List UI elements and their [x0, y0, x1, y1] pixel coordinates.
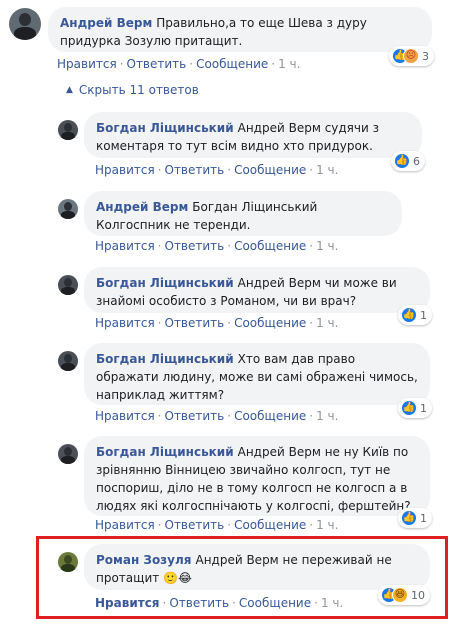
reply-link[interactable]: Ответить: [127, 57, 187, 71]
avatar[interactable]: [58, 199, 78, 219]
comment-bubble: Андрей Верм Правильно,а то еще Шева з дур…: [48, 7, 432, 52]
comment-time[interactable]: 1 ч.: [321, 596, 343, 610]
comment-bubble: Роман Зозуля Андрей Верм не переживай не …: [84, 544, 430, 590]
reply-link[interactable]: Ответить: [165, 316, 225, 330]
avatar[interactable]: [58, 120, 78, 140]
reactions-badge[interactable]: 👍 😆 10: [378, 585, 430, 605]
like-link[interactable]: Нравится: [95, 316, 155, 330]
message-link[interactable]: Сообщение: [234, 409, 306, 423]
comment-actions: Нравится · Ответить · Сообщение · 1 ч.: [95, 316, 339, 330]
message-link[interactable]: Сообщение: [239, 596, 311, 610]
like-icon: 👍: [401, 307, 417, 323]
comment-actions: Нравится · Ответить · Сообщение · 1 ч.: [95, 518, 339, 532]
like-icon: 👍: [401, 400, 417, 416]
message-link[interactable]: Сообщение: [196, 57, 268, 71]
like-link[interactable]: Нравится: [95, 409, 155, 423]
reactions-badge[interactable]: 👍 ☹ 3: [389, 46, 434, 66]
comment-actions: Нравится · Ответить · Сообщение · 1 ч.: [95, 596, 344, 610]
comment-time[interactable]: 1 ч.: [316, 409, 338, 423]
comment-actions: Нравится · Ответить · Сообщение · 1 ч.: [95, 163, 339, 177]
message-link[interactable]: Сообщение: [234, 163, 306, 177]
like-link[interactable]: Нравится: [95, 518, 155, 532]
message-link[interactable]: Сообщение: [234, 239, 306, 253]
comment-author[interactable]: Андрей Верм: [96, 200, 188, 214]
comment-actions: Нравится · Ответить · Сообщение · 1 ч.: [95, 409, 339, 423]
avatar[interactable]: [58, 552, 78, 572]
hide-replies-link[interactable]: ▲ Скрыть 11 ответов: [66, 83, 199, 97]
comment-time[interactable]: 1 ч.: [316, 316, 338, 330]
avatar[interactable]: [58, 351, 78, 371]
comment-bubble: Богдан Ліщинський Андрей Верм судячи з ко…: [84, 112, 422, 158]
avatar[interactable]: [58, 444, 78, 464]
reply-link[interactable]: Ответить: [165, 518, 225, 532]
avatar[interactable]: [58, 275, 78, 295]
like-link[interactable]: Нравится: [95, 239, 155, 253]
comment-author[interactable]: Роман Зозуля: [96, 553, 191, 567]
comment-time[interactable]: 1 ч.: [278, 57, 300, 71]
chevron-up-icon: ▲: [66, 85, 73, 95]
comment-author[interactable]: Богдан Ліщинський: [96, 352, 234, 366]
comment-time[interactable]: 1 ч.: [316, 163, 338, 177]
reactions-badge[interactable]: 👍 1: [398, 508, 432, 528]
like-link[interactable]: Нравится: [95, 596, 160, 610]
angry-icon: ☹: [403, 48, 419, 64]
haha-icon: 😆: [392, 587, 408, 603]
comment-author[interactable]: Богдан Ліщинський: [96, 445, 234, 459]
comment-time[interactable]: 1 ч.: [316, 239, 338, 253]
comment-bubble: Андрей Верм Богдан Ліщинський Колгоспник …: [84, 191, 402, 236]
message-link[interactable]: Сообщение: [234, 518, 306, 532]
message-link[interactable]: Сообщение: [234, 316, 306, 330]
reactions-badge[interactable]: 👍 6: [391, 151, 425, 171]
avatar[interactable]: [9, 8, 41, 40]
hide-replies-label: Скрыть 11 ответов: [78, 83, 199, 97]
reply-link[interactable]: Ответить: [165, 163, 225, 177]
comment-bubble: Богдан Ліщинський Андрей Верм чи може ви …: [84, 267, 430, 313]
reaction-count: 3: [422, 49, 429, 63]
like-icon: 👍: [401, 510, 417, 526]
reaction-count: 1: [420, 401, 427, 415]
comment-actions: Нравится · Ответить · Сообщение · 1 ч.: [57, 57, 301, 71]
reaction-count: 1: [420, 511, 427, 525]
reaction-count: 10: [411, 588, 425, 602]
comment-author[interactable]: Богдан Ліщинський: [96, 276, 234, 290]
comment-time[interactable]: 1 ч.: [316, 518, 338, 532]
comment-actions: Нравится · Ответить · Сообщение · 1 ч.: [95, 239, 339, 253]
reaction-count: 1: [420, 308, 427, 322]
reply-link[interactable]: Ответить: [165, 409, 225, 423]
like-link[interactable]: Нравится: [57, 57, 117, 71]
reactions-badge[interactable]: 👍 1: [398, 305, 432, 325]
like-icon: 👍: [394, 153, 410, 169]
reaction-count: 6: [413, 154, 420, 168]
reply-link[interactable]: Ответить: [165, 239, 225, 253]
comment-author[interactable]: Богдан Ліщинський: [96, 121, 234, 135]
comment-author[interactable]: Андрей Верм: [60, 16, 152, 30]
like-link[interactable]: Нравится: [95, 163, 155, 177]
comment-bubble: Богдан Ліщинський Хто вам дав право ображ…: [84, 343, 430, 405]
comment-bubble: Богдан Ліщинський Андрей Верм не ну Київ …: [84, 436, 430, 516]
reactions-badge[interactable]: 👍 1: [398, 398, 432, 418]
reply-link[interactable]: Ответить: [169, 596, 229, 610]
